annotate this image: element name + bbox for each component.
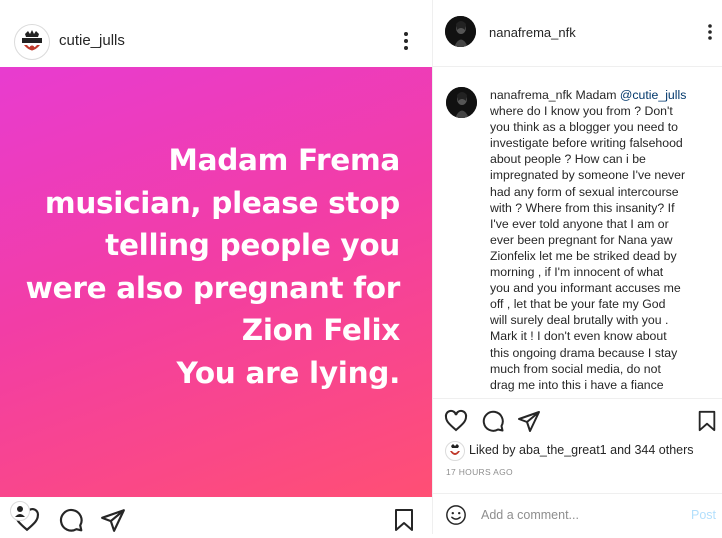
comments-actions [433,398,722,439]
timestamp[interactable]: 17 HOURS AGO [446,467,513,477]
post-image-text: Madam Frema musician, please stop tellin… [10,139,401,394]
likes-others-link[interactable]: 344 others [634,443,693,457]
post-text-line: You are lying. [176,355,400,390]
caption-line: you and you informant accuses me [490,281,681,296]
post-image[interactable]: Madam Frema musician, please stop tellin… [0,67,432,497]
avatar[interactable] [446,87,477,118]
comment-input[interactable] [481,506,671,524]
post-panel: cutie_julls Madam Frema musician, please… [0,0,432,534]
post-username[interactable]: cutie_julls [59,32,125,49]
comment-bar: Post [433,493,722,535]
post-text-line: musician, please stop [44,185,400,220]
caption-first-line: nanafrema_nfk Madam @cutie_julls [490,87,718,103]
post-text-line: telling people you [105,228,400,262]
post-text-line: Madam Frema [168,143,401,177]
likes-user-link[interactable]: aba_the_great1 [519,443,607,457]
bookmark-icon[interactable] [696,409,720,433]
caption-line: had any form of sexual intercourse [490,184,679,199]
comment-icon[interactable] [481,409,505,433]
caption-line: will surely deal brutally with you . [490,313,669,328]
post-text-line: Zion Felix [241,313,401,347]
caption-line: off , let that be your fate my God [490,297,666,312]
comments-panel: nanafrema_nfk nanafrema_nfk Madam @cutie… [433,0,722,534]
comment-icon[interactable] [58,507,84,533]
post-header: cutie_julls [0,0,432,67]
caption-line: Mark it ! I don't even know about [490,329,667,344]
caption-line: about people ? How can i be [490,152,646,167]
post-actions [0,497,432,534]
caption-line: I've ever told anyone that I am or [490,216,669,231]
caption-line: where do I know you from ? Don't [490,104,673,119]
emoji-icon[interactable] [445,504,467,526]
caption-line: morning , if I'm innocent of what [490,265,664,280]
share-icon[interactable] [100,507,126,533]
caption-username[interactable]: nanafrema_nfk [490,88,572,102]
avatar[interactable] [445,441,465,461]
caption-area[interactable]: nanafrema_nfk Madam @cutie_julls where d… [433,67,722,397]
bookmark-icon[interactable] [392,507,418,533]
likes-summary: Liked by aba_the_great1 and 344 others [445,440,715,461]
comments-header: nanafrema_nfk [433,0,722,67]
caption-line: ever been pregnant for Nana yaw [490,232,673,247]
caption-line: you think as a blogger you need to [490,120,679,135]
caption-line: this ongoing drama because I stay [490,345,678,360]
caption-text-start: Madam [575,88,617,102]
post-button[interactable]: Post [691,508,716,522]
likes-prefix: Liked by [469,443,516,457]
caption-line: drag me into this i have a fiance [490,377,664,392]
caption-line: investigate before writing falsehood [490,136,683,151]
caption-line: impregnated by someone I've never [490,168,686,183]
likes-middle: and [610,443,631,457]
avatar[interactable] [445,16,476,47]
caption-line: Zionfelix let me be striked dead by [490,248,677,263]
comments-header-username[interactable]: nanafrema_nfk [489,25,576,40]
avatar[interactable] [14,24,50,60]
heart-icon[interactable] [10,501,40,533]
share-icon[interactable] [517,409,541,433]
more-icon[interactable] [703,22,717,42]
caption-mention[interactable]: @cutie_julls [620,88,686,102]
caption-text: nanafrema_nfk Madam @cutie_julls where d… [490,87,718,393]
heart-icon[interactable] [444,409,468,433]
caption-line: much from social media, do not [490,361,661,376]
caption-line: with ? Where from this insanity? If [490,200,675,215]
post-text-line: were also pregnant for [25,270,401,305]
more-icon[interactable] [398,30,414,52]
likes-text: Liked by aba_the_great1 and 344 others [469,443,694,457]
